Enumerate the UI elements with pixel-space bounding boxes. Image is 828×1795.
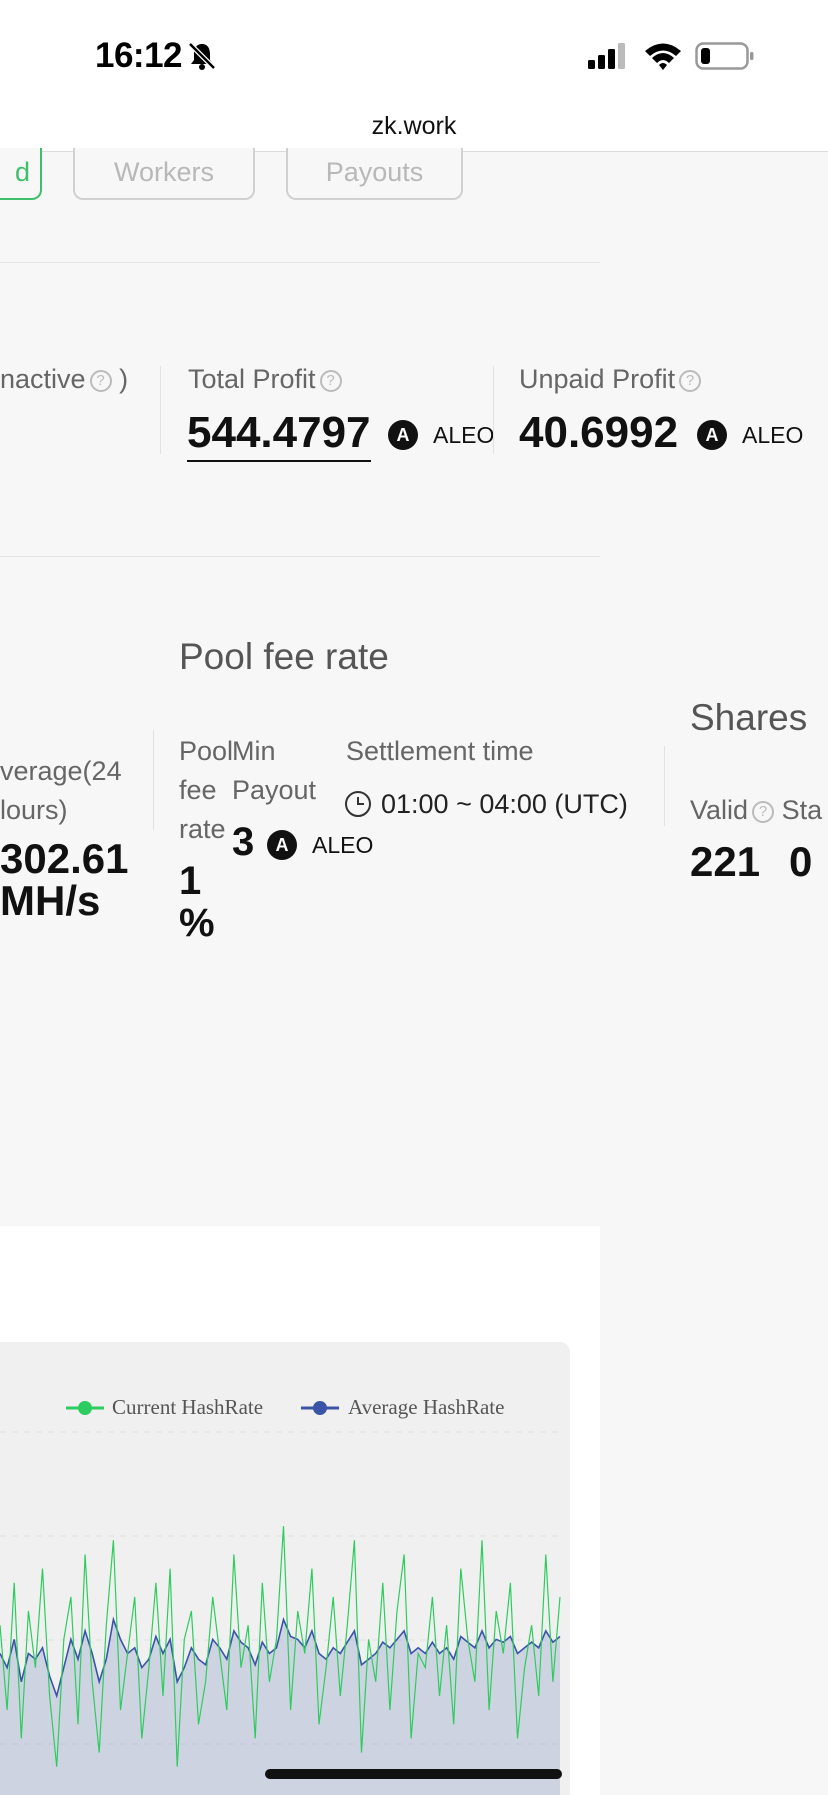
tab-workers[interactable]: Workers — [73, 148, 255, 200]
stats-divider — [160, 366, 161, 454]
tab-dashboard[interactable]: d — [0, 148, 42, 200]
tab-workers-label: Workers — [113, 157, 214, 187]
status-time: 16:12 — [95, 36, 183, 75]
total-profit-label: Total Profit? — [188, 364, 342, 395]
average-hashrate-value: 302.61 MH/s — [0, 838, 128, 922]
browser-url-bar[interactable]: zk.work — [0, 100, 828, 152]
help-icon[interactable]: ? — [752, 801, 775, 823]
fee-label-line1: Pool — [179, 736, 234, 766]
divider — [0, 262, 600, 263]
stale-shares-value: 0 — [789, 838, 813, 885]
average-value-line1: 302.61 — [0, 835, 129, 882]
stats-divider — [493, 366, 494, 454]
divider — [0, 556, 600, 557]
pool-fee-rate-heading: Pool fee rate — [179, 636, 389, 677]
valid-label-text: Valid — [690, 795, 749, 825]
silent-bell-icon — [188, 42, 216, 70]
tab-dashboard-label: d — [14, 157, 30, 187]
average-label-line1: verage(24 — [0, 756, 122, 786]
pool-divider — [153, 730, 154, 830]
min-payout-label: Min Payout — [232, 732, 316, 810]
fee-label-line2: fee — [179, 775, 217, 805]
hashrate-plot — [0, 1431, 561, 1795]
shares-heading: Shares — [690, 697, 808, 738]
help-icon[interactable]: ? — [89, 370, 112, 392]
average-hashrate-label: verage(24 lours) — [0, 752, 122, 830]
fee-value-line2: % — [179, 901, 215, 945]
average-label-line2: lours) — [0, 795, 68, 825]
min-payout-label-line1: Min — [232, 736, 276, 766]
hashrate-chart: Current HashRate Average HashRate — [0, 1342, 570, 1795]
min-payout-label-line2: Payout — [232, 775, 317, 805]
total-profit-value[interactable]: 544.4797 — [187, 408, 371, 462]
pool-fee-label: Pool fee rate — [179, 732, 233, 849]
total-profit-unit: ALEO — [433, 422, 495, 448]
wifi-icon — [645, 43, 681, 70]
settlement-time-value: 01:00 ~ 04:00 (UTC) — [381, 789, 628, 819]
help-icon[interactable]: ? — [319, 370, 342, 392]
unpaid-profit-unit: ALEO — [742, 422, 804, 448]
fee-value-line1: 1 — [179, 859, 202, 903]
aleo-coin-icon: A — [267, 830, 297, 860]
status-bar: 16:12 — [0, 0, 828, 100]
pool-divider — [664, 746, 665, 826]
total-profit-label-text: Total Profit — [188, 364, 316, 394]
inactive-label-text: nactive — [0, 364, 86, 394]
unpaid-profit-value: 40.6992 — [519, 408, 679, 457]
valid-shares-label: Valid? Sta — [690, 795, 822, 826]
min-payout-value: 3 — [232, 820, 255, 864]
tab-payouts-label: Payouts — [325, 157, 424, 187]
stale-shares-label: Sta — [781, 795, 823, 825]
min-payout-unit: ALEO — [312, 832, 374, 858]
aleo-coin-icon: A — [697, 420, 727, 450]
cellular-signal-icon — [588, 43, 625, 69]
inactive-label: nactive? ) — [0, 364, 128, 395]
help-icon[interactable]: ? — [679, 370, 702, 392]
inactive-paren: ) — [119, 364, 129, 394]
fee-label-line3: rate — [179, 814, 226, 844]
tab-payouts[interactable]: Payouts — [286, 148, 463, 200]
average-value-line2: MH/s — [0, 877, 101, 924]
unpaid-profit-label-text: Unpaid Profit — [519, 364, 676, 394]
battery-icon — [695, 42, 754, 70]
url-text: zk.work — [371, 112, 457, 140]
home-indicator — [265, 1769, 562, 1779]
valid-shares-value: 221 — [690, 838, 761, 885]
pool-fee-value: 1 % — [179, 860, 215, 944]
clock-icon — [345, 791, 371, 817]
unpaid-profit-label: Unpaid Profit? — [519, 364, 702, 395]
aleo-coin-icon: A — [388, 420, 418, 450]
settlement-time-label: Settlement time — [346, 736, 534, 766]
